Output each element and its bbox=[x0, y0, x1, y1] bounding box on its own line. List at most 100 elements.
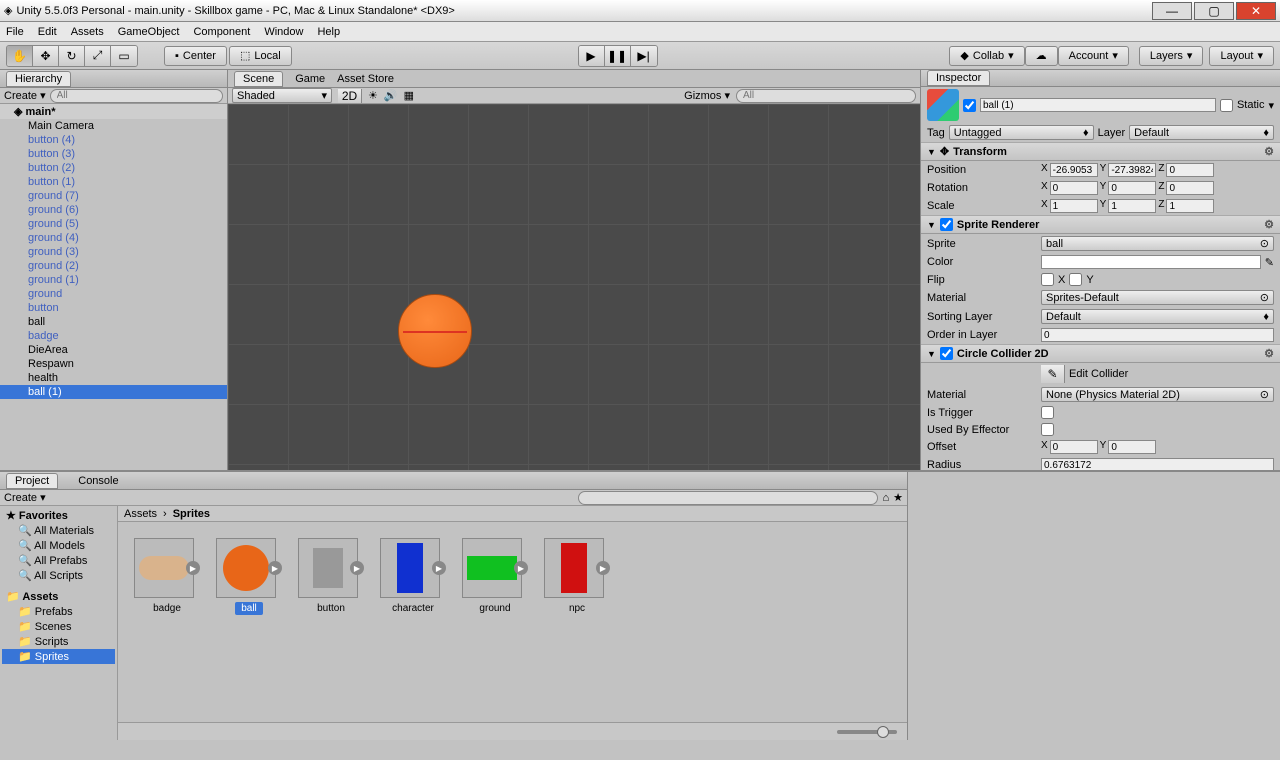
rotate-tool-button[interactable]: ↻ bbox=[59, 46, 85, 66]
menu-help[interactable]: Help bbox=[317, 26, 340, 38]
asset-ground[interactable]: ▶ground bbox=[462, 538, 528, 615]
rot-x-input[interactable] bbox=[1050, 181, 1098, 195]
hierarchy-item[interactable]: button (2) bbox=[0, 161, 227, 175]
asset-grid[interactable]: ▶badge▶ball▶button▶character▶ground▶npc bbox=[118, 522, 907, 722]
used-by-effector-checkbox[interactable] bbox=[1041, 423, 1054, 436]
offset-y-input[interactable] bbox=[1108, 440, 1156, 454]
hierarchy-item[interactable]: Main Camera bbox=[0, 119, 227, 133]
hierarchy-item[interactable]: ground (7) bbox=[0, 189, 227, 203]
radius-input[interactable] bbox=[1041, 458, 1274, 470]
menu-edit[interactable]: Edit bbox=[38, 26, 57, 38]
hierarchy-item[interactable]: ground bbox=[0, 287, 227, 301]
hierarchy-item[interactable]: health bbox=[0, 371, 227, 385]
hierarchy-search-input[interactable] bbox=[50, 89, 223, 103]
pos-x-input[interactable] bbox=[1050, 163, 1098, 177]
cloud-button[interactable]: ☁ bbox=[1025, 46, 1058, 66]
layer-dropdown[interactable]: Default♦ bbox=[1129, 125, 1274, 140]
scene-tab[interactable]: Scene bbox=[234, 71, 283, 87]
layout-dropdown[interactable]: Layout ▾ bbox=[1209, 46, 1274, 66]
hierarchy-item[interactable]: ground (2) bbox=[0, 259, 227, 273]
gizmos-dropdown[interactable]: Gizmos ▾ bbox=[684, 89, 730, 102]
project-create-dropdown[interactable]: Create ▾ bbox=[4, 491, 46, 504]
pause-button[interactable]: ❚❚ bbox=[605, 46, 631, 66]
order-in-layer-input[interactable] bbox=[1041, 328, 1274, 342]
thumbnail-size-slider[interactable] bbox=[837, 730, 897, 734]
hierarchy-item[interactable]: badge bbox=[0, 329, 227, 343]
scale-z-input[interactable] bbox=[1166, 199, 1214, 213]
hierarchy-item[interactable]: button bbox=[0, 301, 227, 315]
local-global-toggle[interactable]: ⬚ Local bbox=[229, 46, 292, 66]
assets-header[interactable]: 📁 Assets bbox=[2, 589, 115, 604]
asset-button[interactable]: ▶button bbox=[298, 538, 364, 615]
tag-dropdown[interactable]: Untagged♦ bbox=[949, 125, 1094, 140]
collab-button[interactable]: ◆ Collab ▾ bbox=[949, 46, 1024, 66]
scale-tool-button[interactable]: ⤢ bbox=[85, 46, 111, 66]
gear-icon[interactable]: ⚙ bbox=[1264, 347, 1274, 360]
hierarchy-item[interactable]: ground (1) bbox=[0, 273, 227, 287]
material-field[interactable]: Sprites-Default⊙ bbox=[1041, 290, 1274, 305]
hand-tool-button[interactable]: ✋ bbox=[7, 46, 33, 66]
static-checkbox[interactable] bbox=[1220, 99, 1233, 112]
breadcrumb-assets[interactable]: Assets bbox=[124, 508, 157, 520]
folder-item[interactable]: 📁 Sprites bbox=[2, 649, 115, 664]
asset-ball[interactable]: ▶ball bbox=[216, 538, 282, 615]
audio-icon[interactable]: 🔊 bbox=[384, 89, 398, 102]
favorite-icon[interactable]: ★ bbox=[893, 491, 903, 504]
project-tab[interactable]: Project bbox=[6, 473, 58, 489]
gear-icon[interactable]: ⚙ bbox=[1264, 218, 1274, 231]
move-tool-button[interactable]: ✥ bbox=[33, 46, 59, 66]
asset-npc[interactable]: ▶npc bbox=[544, 538, 610, 615]
2d-toggle[interactable]: 2D bbox=[338, 89, 362, 103]
close-button[interactable]: ✕ bbox=[1236, 2, 1276, 20]
hierarchy-item[interactable]: button (1) bbox=[0, 175, 227, 189]
breadcrumb-sprites[interactable]: Sprites bbox=[173, 508, 210, 520]
scale-y-input[interactable] bbox=[1108, 199, 1156, 213]
is-trigger-checkbox[interactable] bbox=[1041, 406, 1054, 419]
circle-collider-header[interactable]: ▼Circle Collider 2D⚙ bbox=[921, 344, 1280, 363]
edit-collider-button[interactable]: ✎ bbox=[1041, 365, 1065, 383]
asset-store-tab[interactable]: Asset Store bbox=[337, 73, 394, 85]
pos-z-input[interactable] bbox=[1166, 163, 1214, 177]
layers-dropdown[interactable]: Layers ▾ bbox=[1139, 46, 1204, 66]
rot-y-input[interactable] bbox=[1108, 181, 1156, 195]
hierarchy-item[interactable]: ground (5) bbox=[0, 217, 227, 231]
menu-component[interactable]: Component bbox=[193, 26, 250, 38]
hierarchy-create-dropdown[interactable]: Create ▾ bbox=[4, 89, 46, 102]
sorting-layer-dropdown[interactable]: Default♦ bbox=[1041, 309, 1274, 324]
console-tab[interactable]: Console bbox=[78, 475, 118, 487]
sprite-field[interactable]: ball⊙ bbox=[1041, 236, 1274, 251]
menu-file[interactable]: File bbox=[6, 26, 24, 38]
game-tab[interactable]: Game bbox=[295, 73, 325, 85]
maximize-button[interactable]: ▢ bbox=[1194, 2, 1234, 20]
fx-icon[interactable]: ▦ bbox=[404, 89, 414, 102]
menu-gameobject[interactable]: GameObject bbox=[118, 26, 180, 38]
eyedropper-icon[interactable]: ✎ bbox=[1265, 256, 1274, 269]
hierarchy-item[interactable]: button (3) bbox=[0, 147, 227, 161]
inspector-tab[interactable]: Inspector bbox=[927, 70, 990, 86]
folder-item[interactable]: 📁 Scripts bbox=[2, 634, 115, 649]
asset-character[interactable]: ▶character bbox=[380, 538, 446, 615]
pos-y-input[interactable] bbox=[1108, 163, 1156, 177]
hierarchy-item[interactable]: DieArea bbox=[0, 343, 227, 357]
scene-object-ball[interactable] bbox=[398, 294, 472, 368]
active-checkbox[interactable] bbox=[963, 99, 976, 112]
physics-material-field[interactable]: None (Physics Material 2D)⊙ bbox=[1041, 387, 1274, 402]
hierarchy-item[interactable]: ground (6) bbox=[0, 203, 227, 217]
scene-viewport[interactable] bbox=[228, 104, 920, 470]
hierarchy-item[interactable]: ball (1) bbox=[0, 385, 227, 399]
color-picker[interactable] bbox=[1041, 255, 1261, 269]
account-dropdown[interactable]: Account ▾ bbox=[1058, 46, 1129, 66]
sprite-renderer-header[interactable]: ▼Sprite Renderer⚙ bbox=[921, 215, 1280, 234]
search-filter-icon[interactable]: ⌂ bbox=[882, 492, 889, 504]
step-button[interactable]: ▶| bbox=[631, 46, 657, 66]
hierarchy-item[interactable]: Respawn bbox=[0, 357, 227, 371]
project-tree[interactable]: ★ Favorites🔍 All Materials🔍 All Models🔍 … bbox=[0, 506, 118, 740]
menu-window[interactable]: Window bbox=[264, 26, 303, 38]
flip-x-checkbox[interactable] bbox=[1041, 273, 1054, 286]
folder-item[interactable]: 📁 Scenes bbox=[2, 619, 115, 634]
scene-search-input[interactable] bbox=[736, 89, 916, 103]
hierarchy-item[interactable]: ball bbox=[0, 315, 227, 329]
render-mode-dropdown[interactable]: Shaded▾ bbox=[232, 88, 332, 103]
hierarchy-list[interactable]: ◈ main*Main Camerabutton (4)button (3)bu… bbox=[0, 104, 227, 470]
scene-item[interactable]: ◈ main* bbox=[0, 104, 227, 119]
